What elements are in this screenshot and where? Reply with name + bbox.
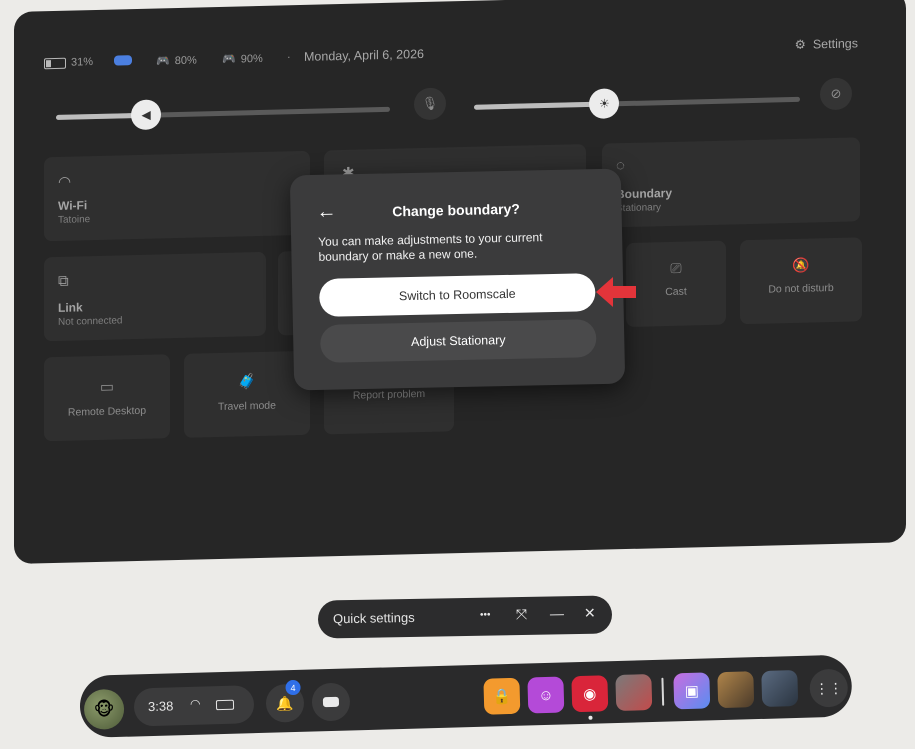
sun-icon: ☀ xyxy=(599,96,610,111)
microphone-icon: 🎙 xyxy=(421,95,439,112)
eye-off-icon: ⊘ xyxy=(830,85,842,102)
luggage-icon: 🧳 xyxy=(237,373,257,391)
cast-tile[interactable]: ⎚ Cast xyxy=(626,240,726,328)
grid-icon: ⋮⋮ xyxy=(814,679,843,696)
red-pointer-arrow-icon xyxy=(596,277,636,307)
system-status-pill[interactable]: 3:38 ◠ xyxy=(133,685,255,727)
remote-desktop-tile[interactable]: ▭ Remote Desktop xyxy=(44,354,170,442)
microphone-button[interactable]: 🎙 xyxy=(414,87,446,121)
expand-icon[interactable]: ⤧ xyxy=(516,606,527,623)
volume-knob[interactable]: ◀ xyxy=(131,99,162,131)
horizon-app-icon[interactable]: ☺ xyxy=(527,676,565,714)
link-tile[interactable]: ⧉ Link Not connected xyxy=(44,251,266,342)
cast-icon: ⎚ xyxy=(670,259,682,276)
right-controller-status: 🎮 90% xyxy=(222,52,263,66)
left-controller-status: 🎮 80% xyxy=(156,54,197,68)
status-bar: 31% 🎮 80% 🎮 90% · Monday, April 6, 2026 … xyxy=(44,33,876,77)
recent-app-thumbnail-2[interactable] xyxy=(717,671,755,709)
brightness-knob[interactable]: ☀ xyxy=(589,88,620,119)
settings-button[interactable]: ⚙ Settings xyxy=(795,35,858,52)
notifications-button[interactable]: 🔔 4 xyxy=(265,679,305,723)
controller-right-icon: 🎮 xyxy=(222,53,236,66)
more-options-icon[interactable]: ••• xyxy=(480,610,491,621)
app-library-button[interactable]: ⋮⋮ xyxy=(809,668,849,708)
clock-time: 3:38 xyxy=(147,698,174,715)
switch-to-roomscale-button[interactable]: Switch to Roomscale xyxy=(318,273,596,317)
quick-settings-window-bar[interactable]: Quick settings ••• ⤧ — ✕ xyxy=(317,595,613,639)
adjust-stationary-button[interactable]: Adjust Stationary xyxy=(319,319,597,363)
monitor-icon: ▭ xyxy=(99,378,115,396)
travel-mode-tile[interactable]: 🧳 Travel mode xyxy=(184,350,310,438)
active-app-indicator xyxy=(588,715,593,720)
battery-percent: 31% xyxy=(71,56,94,69)
bell-off-icon: 🔕 xyxy=(792,256,810,273)
quick-settings-button[interactable] xyxy=(311,682,351,722)
dialog-title: Change boundary? xyxy=(392,200,520,220)
boundary-mode: Stationary xyxy=(616,202,662,215)
date-text: Monday, April 6, 2026 xyxy=(304,46,424,64)
settings-label: Settings xyxy=(812,35,858,51)
headset-small-icon xyxy=(322,696,340,708)
headset-icon xyxy=(114,55,132,66)
notification-badge: 4 xyxy=(285,679,301,696)
brightness-slider[interactable]: ☀ xyxy=(474,88,800,119)
change-boundary-dialog: ← Change boundary? You can make adjustme… xyxy=(289,168,626,391)
volume-slider[interactable]: ◀ xyxy=(56,99,390,131)
controller-left-percent: 80% xyxy=(174,54,197,67)
battery-status: 31% xyxy=(44,56,93,69)
window-title: Quick settings xyxy=(332,609,415,627)
headset-status xyxy=(114,55,132,66)
brightness-fill xyxy=(474,101,605,110)
status-separator: · xyxy=(287,51,291,64)
taskbar-divider xyxy=(661,677,665,706)
dialog-description: You can make adjustments to your current… xyxy=(318,230,543,264)
minimize-icon[interactable]: — xyxy=(550,605,564,621)
speaker-icon: ◀ xyxy=(141,107,151,122)
app-store-icon[interactable]: 🔒 xyxy=(483,677,521,715)
wifi-title: Wi-Fi xyxy=(58,198,88,213)
boundary-tile[interactable]: ◌ Boundary Stationary xyxy=(602,137,860,228)
controller-right-percent: 90% xyxy=(240,52,263,65)
link-title: Link xyxy=(58,300,83,315)
do-not-disturb-tile[interactable]: 🔕 Do not disturb xyxy=(740,237,862,325)
recent-app-thumbnail-1[interactable] xyxy=(615,674,653,712)
camera-app-icon[interactable]: ◉ xyxy=(571,675,609,713)
dnd-label: Do not disturb xyxy=(768,281,834,296)
taskbar: 🐵 3:38 ◠ 🔔 4 🔒 ☺ ◉ ▣ ⋮⋮ xyxy=(79,654,853,738)
link-icon: ⧉ xyxy=(58,272,69,290)
gear-icon: ⚙ xyxy=(794,37,806,52)
battery-icon xyxy=(44,57,66,69)
wifi-icon: ◠ xyxy=(58,173,72,191)
remote-desktop-label: Remote Desktop xyxy=(67,404,147,419)
gallery-app-icon[interactable]: ▣ xyxy=(673,672,711,710)
controller-left-icon: 🎮 xyxy=(156,55,170,68)
cast-label: Cast xyxy=(665,285,687,299)
close-icon[interactable]: ✕ xyxy=(584,605,596,622)
recent-app-thumbnail-3[interactable] xyxy=(761,669,799,707)
link-status: Not connected xyxy=(58,315,123,328)
boundary-title: Boundary xyxy=(616,185,673,202)
report-problem-label: Report problem xyxy=(352,387,426,402)
travel-mode-label: Travel mode xyxy=(218,399,276,414)
wifi-tile[interactable]: ◠ Wi-Fi Tatoine xyxy=(44,150,310,242)
wifi-network-name: Tatoine xyxy=(58,214,91,226)
avatar[interactable]: 🐵 xyxy=(83,688,125,730)
boundary-icon: ◌ xyxy=(616,157,625,175)
bell-icon: 🔔 xyxy=(276,694,294,712)
wifi-small-icon: ◠ xyxy=(189,696,201,711)
battery-small-icon xyxy=(215,699,235,711)
avatar-icon: 🐵 xyxy=(93,698,115,720)
passthrough-toggle-button[interactable]: ⊘ xyxy=(820,77,852,111)
